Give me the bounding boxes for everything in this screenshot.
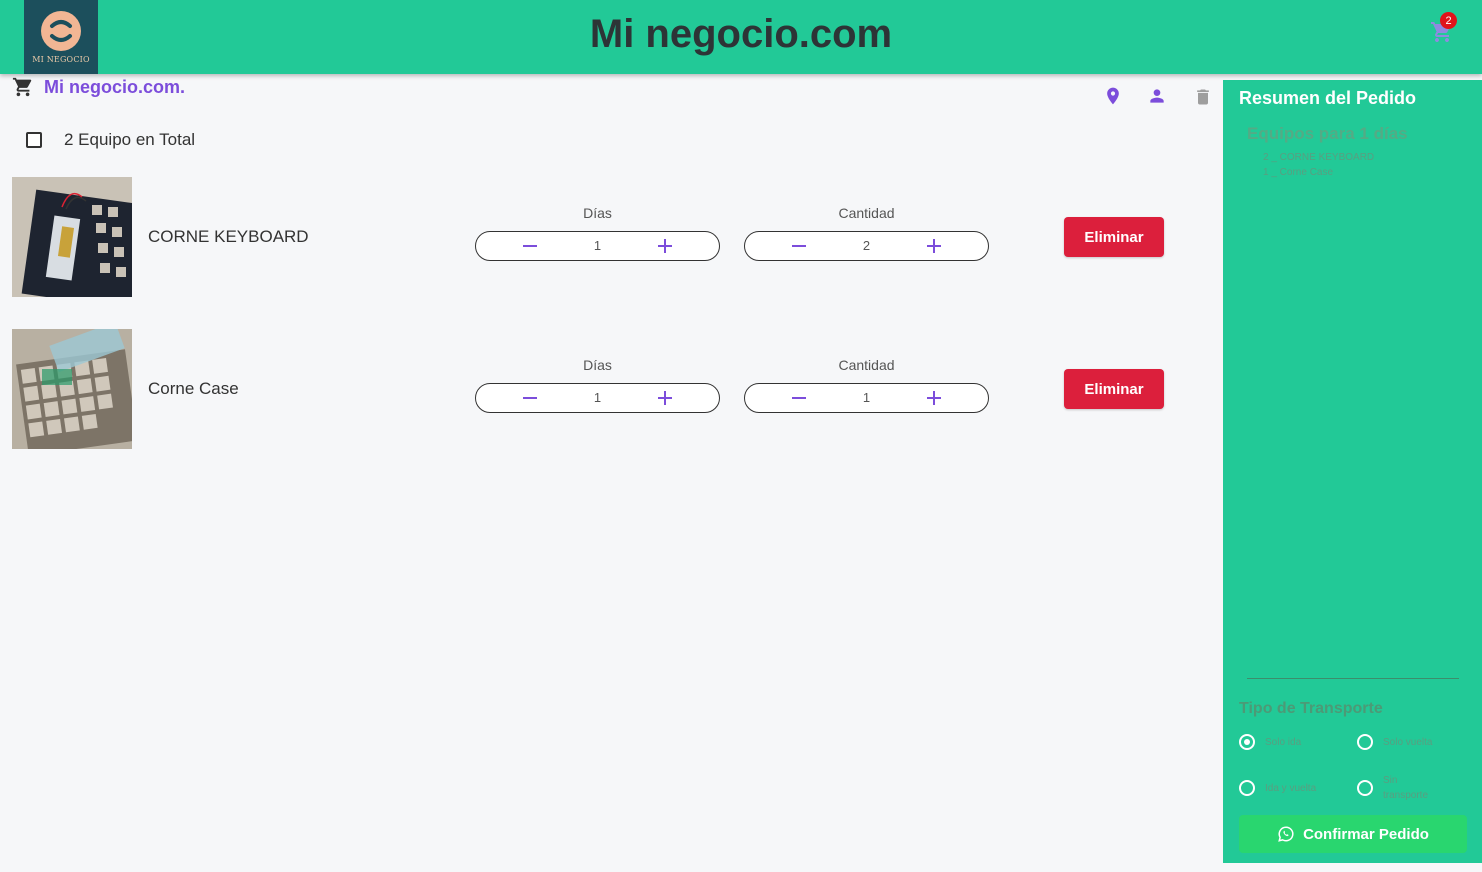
select-all-label: 2 Equipo en Total [64, 130, 196, 149]
confirm-order-label: Confirmar Pedido [1303, 825, 1429, 843]
quantity-label: Cantidad [838, 357, 895, 373]
quantity-stepper-group: Cantidad 1 [744, 357, 989, 413]
days-stepper-group: Días 1 [475, 205, 720, 261]
radio-sin-transporte[interactable]: Sin transporte [1357, 773, 1433, 803]
select-all-checkbox[interactable] [26, 132, 42, 148]
quantity-value[interactable]: 2 [745, 238, 988, 253]
delete-item-button[interactable]: Eliminar [1064, 369, 1164, 409]
location-icon [1107, 87, 1119, 105]
radio-indicator[interactable] [1239, 734, 1255, 750]
days-increment-button[interactable] [654, 235, 676, 257]
cart-item: CORNE KEYBOARD Días 1 Cantidad 2 Elimina… [12, 177, 1192, 297]
days-stepper: 1 [475, 383, 720, 413]
user-button[interactable] [1147, 86, 1167, 106]
radio-ida-y-vuelta[interactable]: Ida y vuelta [1239, 780, 1316, 796]
app-header: MI NEGOCIO Mi negocio.com 2 [0, 0, 1482, 74]
radio-solo-ida[interactable]: Solo ida [1239, 734, 1301, 750]
plus-icon [658, 239, 672, 253]
divider [1247, 678, 1459, 679]
plus-icon [658, 391, 672, 405]
days-label: Días [583, 357, 612, 373]
select-all: 2 Equipo en Total [26, 130, 195, 150]
days-value[interactable]: 1 [476, 390, 719, 405]
order-summary-panel: Resumen del Pedido Equipos para 1 días 2… [1223, 80, 1482, 863]
user-icon [1150, 89, 1164, 103]
whatsapp-icon [1278, 826, 1294, 842]
radio-indicator[interactable] [1357, 780, 1373, 796]
product-image-case [12, 329, 132, 449]
days-increment-button[interactable] [654, 387, 676, 409]
quantity-value[interactable]: 1 [745, 390, 988, 405]
delete-item-button[interactable]: Eliminar [1064, 217, 1164, 257]
order-summary-title: Resumen del Pedido [1239, 88, 1417, 108]
confirm-order-button[interactable]: Confirmar Pedido [1239, 815, 1467, 853]
days-value[interactable]: 1 [476, 238, 719, 253]
radio-solo-vuelta[interactable]: Solo vuelta [1357, 734, 1432, 750]
radio-label: Ida y vuelta [1265, 782, 1317, 794]
site-title: Mi negocio.com [589, 12, 893, 56]
quantity-stepper-group: Cantidad 2 [744, 205, 989, 261]
order-summary-line: 1 _ Corne Case [1263, 167, 1334, 178]
quantity-stepper: 2 [744, 231, 989, 261]
order-summary-list: 2 _ CORNE KEYBOARD 1 _ Corne Case [1263, 150, 1374, 180]
radio-label: Sin transporte [1383, 775, 1429, 801]
quantity-increment-button[interactable] [923, 387, 945, 409]
radio-indicator[interactable] [1239, 780, 1255, 796]
cart-count-badge: 2 [1440, 12, 1457, 29]
quantity-label: Cantidad [838, 205, 895, 221]
days-label: Días [583, 205, 612, 221]
cart-icon [12, 77, 32, 97]
quantity-increment-button[interactable] [923, 235, 945, 257]
radio-label: Solo vuelta [1383, 736, 1433, 748]
radio-indicator[interactable] [1357, 734, 1373, 750]
cart-heading-title: Mi negocio.com. [44, 76, 186, 97]
trash-icon [1197, 89, 1209, 105]
product-image-keyboard [12, 177, 132, 297]
plus-icon [927, 391, 941, 405]
order-summary-subtitle: Equipos para 1 días [1247, 124, 1408, 143]
radio-label: Solo ida [1265, 736, 1302, 748]
cart-heading: Mi negocio.com. [12, 76, 185, 98]
days-stepper: 1 [475, 231, 720, 261]
location-button[interactable] [1103, 86, 1123, 106]
transport-type-title: Tipo de Transporte [1239, 700, 1383, 717]
clear-cart-button[interactable] [1193, 86, 1213, 106]
order-summary-line: 2 _ CORNE KEYBOARD [1263, 152, 1375, 163]
days-stepper-group: Días 1 [475, 357, 720, 413]
quantity-stepper: 1 [744, 383, 989, 413]
product-name: CORNE KEYBOARD [148, 227, 309, 246]
cart-item: Corne Case Días 1 Cantidad 1 Eliminar [12, 329, 1192, 449]
plus-icon [927, 239, 941, 253]
product-name: Corne Case [148, 379, 239, 398]
